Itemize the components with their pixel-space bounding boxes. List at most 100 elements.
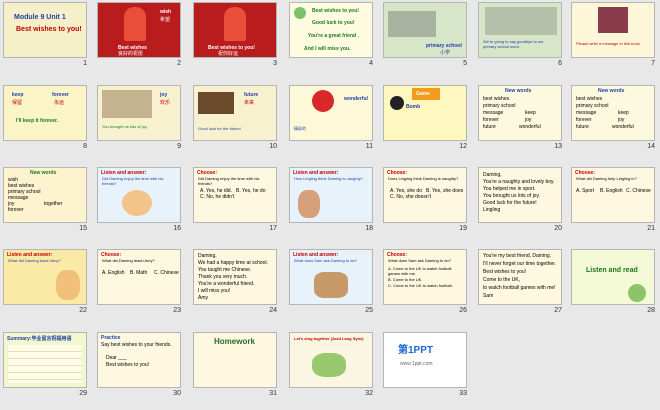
slide-thumbnail-2[interactable]: wish 希望 Best wishes 良好的祝愿 2 [97,2,181,69]
message-line: We had a happy time at school. [198,260,268,266]
slide-thumbnail-10[interactable]: future 未来 Good luck for the future! 10 [193,85,277,152]
slide-thumbnail-13[interactable]: New words best wishes primary school mes… [478,85,562,152]
slide-number: 15 [79,225,87,232]
slide-thumbnail-17[interactable]: Choose: Did Daming enjoy the time with h… [193,167,277,234]
slide-thumbnail-31[interactable]: Homework 31 [193,332,277,399]
slide-number: 1 [83,60,87,67]
slide-number: 23 [173,307,181,314]
person-image [224,7,246,41]
option: B. English [600,188,623,194]
slide-thumbnail-14[interactable]: New words best wishes primary school mes… [571,85,655,152]
slide-thumbnail-32[interactable]: Let's sing together (Auld Lang Syne) 32 [289,332,373,399]
slide-number: 14 [647,143,655,150]
slide-title: New words [505,88,532,94]
letter-line: Best wishes to you! [106,362,150,368]
summary-table [8,345,82,383]
list-item: keep [525,110,536,116]
slide-preview: Best wishes to you! Good luck to you! Yo… [289,2,373,58]
slide-thumbnail-26[interactable]: Choose: What does Sam ask Daming to do? … [383,249,467,316]
slide-thumbnail-9[interactable]: joy 欢乐 You brought us lots of joy. 9 [97,85,181,152]
slide-thumbnail-7[interactable]: Please write a message in this book. 7 [571,2,655,69]
slide-thumbnail-1[interactable]: Module 9 Unit 1 Best wishes to you! 1 [3,2,87,69]
slide-thumbnail-28[interactable]: Listen and read 28 [571,249,655,316]
list-item: message [483,110,504,116]
slide-thumbnail-29[interactable]: Summary:毕业留言祝福用语 29 [3,332,87,399]
slide-preview: wish 希望 Best wishes 良好的祝愿 [97,2,181,58]
question: Did Daming enjoy the time with his frien… [102,176,164,186]
slide-preview: You're my best friend, Daming. I'll neve… [478,249,562,305]
slide-title: Practice [101,335,121,341]
person-image [124,7,146,41]
slide-preview: Choose: Does Lingling think Daming is na… [383,167,467,223]
phrase-meaning: 小学 [440,50,451,56]
slide-thumbnail-21[interactable]: Choose: What did Daming help Lingling in… [571,167,655,234]
slide-preview: primary school 小学 [383,2,467,58]
line: Best wishes to you! [312,8,359,14]
slide-preview: Listen and answer: What does Sam ask Dam… [289,249,373,305]
question: What did Daming teach Amy? [102,258,155,263]
option: C. No, she doesn't [390,194,431,200]
slide-number: 7 [651,60,655,67]
slide-thumbnail-15[interactable]: New words wish best wishes primary schoo… [3,167,87,234]
slide-thumbnail-12[interactable]: Game Bomb 12 [383,85,467,152]
slide-thumbnail-16[interactable]: Listen and answer: Did Daming enjoy the … [97,167,181,234]
message-line: You taught me Chinese. [198,267,252,273]
list-item: wonderful [612,124,634,130]
slide-preview: Summary:毕业留言祝福用语 [3,332,87,388]
slide-thumbnail-19[interactable]: Choose: Does Lingling think Daming is na… [383,167,467,234]
option: C. Chinese [626,188,651,194]
slide-preview: wonderful 精彩的 [289,85,373,141]
sentence: 精彩的 [294,126,306,131]
question: How Lingling think Daming is naughty? [294,176,363,181]
game-title: Game [416,91,430,97]
word: joy [160,92,168,98]
question: Does Lingling think Daming is naughty? [388,176,459,181]
word-meaning: 未来 [244,100,255,106]
slide-preview: Homework [193,332,277,388]
message-line: Best wishes to you! [483,269,527,275]
slide-preview: Practice Say best wishes to your friends… [97,332,181,388]
slide-thumbnail-6[interactable]: We're going to say goodbye to our primar… [478,2,562,69]
option: B. Yes, she does [426,188,464,194]
slide-thumbnail-24[interactable]: Daming, We had a happy time at school. Y… [193,249,277,316]
message-line: Daming, [483,172,502,178]
option: C. Come to the UK to watch football. [388,283,453,288]
slide-thumbnail-11[interactable]: wonderful 精彩的 11 [289,85,373,152]
slide-number: 21 [647,225,655,232]
slide-thumbnail-4[interactable]: Best wishes to you! Good luck to you! Yo… [289,2,373,69]
slide-thumbnail-30[interactable]: Practice Say best wishes to your friends… [97,332,181,399]
slide-number: 32 [365,390,373,397]
question: What does Sam ask Daming to do? [294,258,357,263]
list-item: wonderful [519,124,541,130]
sentence: Good luck for the future! [198,126,241,131]
sentence: I'll keep it forever. [16,118,59,124]
slide-number: 28 [647,307,655,314]
slide-thumbnail-27[interactable]: You're my best friend, Daming. I'll neve… [478,249,562,316]
slide-thumbnail-33[interactable]: 第1PPT www.1ppt.com 33 [383,332,467,399]
slide-thumbnail-8[interactable]: keep 保留 forever 永远 I'll keep it forever.… [3,85,87,152]
slide-number: 25 [365,307,373,314]
slide-number: 17 [269,225,277,232]
brand-url: www.1ppt.com [400,361,433,367]
word: wonderful [344,96,368,102]
message-line: You're a naughty and lovely boy. [483,179,555,185]
slide-thumbnail-22[interactable]: Listen and answer: What did Daming teach… [3,249,87,316]
book-image [598,7,628,33]
slide-thumbnail-3[interactable]: Best wishes to you! 祝你好运 3 [193,2,277,69]
list-item: together [44,201,63,207]
slide-thumbnail-25[interactable]: Listen and answer: What does Sam ask Dam… [289,249,373,316]
word: keep [12,92,24,98]
slide-thumbnail-18[interactable]: Listen and answer: How Lingling think Da… [289,167,373,234]
cartoon-image [314,272,348,298]
slide-thumbnail-5[interactable]: primary school 小学 5 [383,2,467,69]
slide-preview: Best wishes to you! 祝你好运 [193,2,277,58]
slide-number: 16 [173,225,181,232]
slide-number: 2 [177,60,181,67]
future-image [198,92,234,114]
thumbs-up-icon [312,90,334,112]
school-photo [485,7,557,35]
message-line: You're a wonderful friend. [198,281,255,287]
slide-thumbnail-20[interactable]: Daming, You're a naughty and lovely boy.… [478,167,562,234]
message-line: Thank you very much. [198,274,248,280]
slide-thumbnail-23[interactable]: Choose: What did Daming teach Amy? A. En… [97,249,181,316]
